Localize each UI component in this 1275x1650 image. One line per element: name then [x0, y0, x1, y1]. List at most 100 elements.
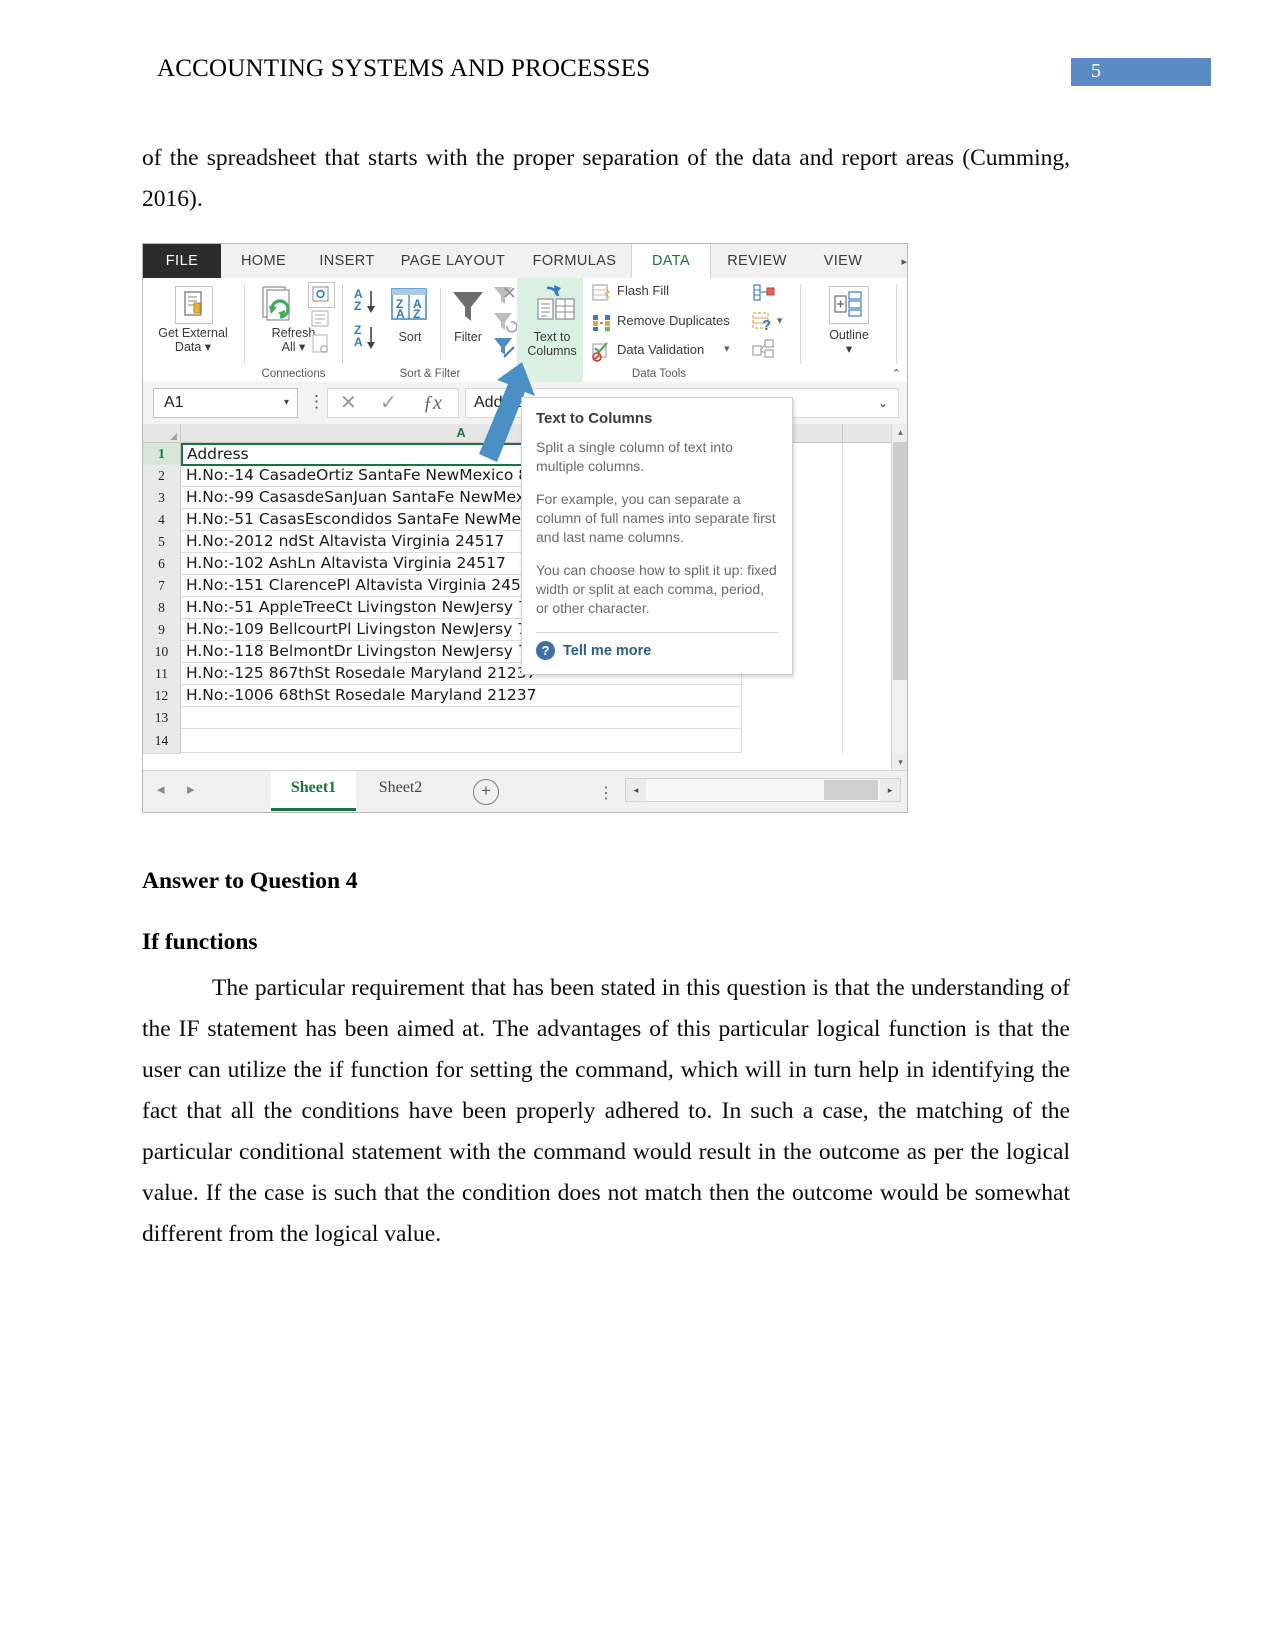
row-header-4[interactable]: 4 [143, 509, 181, 532]
row-header-6[interactable]: 6 [143, 553, 181, 576]
sort-filter-group-label: Sort & Filter [399, 368, 461, 380]
clear-filter-icon[interactable] [491, 284, 517, 313]
ribbon-tab-insert[interactable]: INSERT [306, 244, 388, 278]
row-header-11[interactable]: 11 [143, 663, 181, 686]
ribbon-tab-data[interactable]: DATA [631, 244, 711, 279]
insert-function-icon[interactable]: ƒx [423, 389, 442, 417]
row-header-14[interactable]: 14 [143, 729, 181, 754]
ribbon-overflow-icon[interactable]: ▸ [901, 255, 907, 268]
text-to-columns-line2[interactable]: Columns [527, 344, 576, 358]
name-box[interactable]: A1 ▾ [153, 388, 298, 418]
row-header-10[interactable]: 10 [143, 641, 181, 664]
outline-icon[interactable] [829, 286, 869, 324]
remove-duplicates-icon[interactable] [591, 313, 613, 338]
enter-icon[interactable]: ✓ [380, 389, 397, 417]
text-to-columns-line1[interactable]: Text to [534, 330, 571, 344]
remove-duplicates-label[interactable]: Remove Duplicates [617, 313, 730, 328]
heading-if-functions: If functions [142, 929, 258, 955]
row-header-9[interactable]: 9 [143, 619, 181, 642]
ribbon-tab-formulas[interactable]: FORMULAS [518, 244, 631, 278]
row-header-12[interactable]: 12 [143, 685, 181, 708]
svg-text:Z: Z [413, 307, 420, 321]
row-header-1[interactable]: 1 [143, 443, 181, 466]
sort-button-label[interactable]: Sort [399, 330, 422, 344]
whatif-analysis-icon[interactable]: ? [751, 310, 775, 337]
data-validation-caret-icon[interactable]: ▾ [724, 342, 730, 355]
row-header-8[interactable]: 8 [143, 597, 181, 620]
ribbon-tab-home[interactable]: HOME [221, 244, 306, 278]
ribbon-collapse-icon[interactable]: ⌃ [892, 367, 901, 380]
relationships-icon[interactable] [751, 338, 775, 365]
sort-dialog-icon[interactable]: Z A A Z [388, 286, 430, 329]
cell-a12[interactable]: H.No:-1006 68thSt Rosedale Maryland 2123… [181, 685, 741, 707]
connections-properties-icon[interactable] [308, 282, 335, 308]
outline-caret-icon[interactable]: ▾ [846, 342, 852, 356]
vertical-scroll-thumb[interactable] [893, 442, 907, 680]
ribbon-tab-page-layout[interactable]: PAGE LAYOUT [388, 244, 518, 278]
vertical-scrollbar[interactable]: ▴ ▾ [891, 424, 907, 771]
cell-a14[interactable] [181, 729, 741, 753]
hscroll-left-icon[interactable]: ◂ [626, 779, 646, 801]
ribbon-tab-review[interactable]: REVIEW [709, 244, 805, 278]
tooltip-paragraph-1: Split a single column of text into multi… [536, 439, 733, 474]
sort-descending-icon[interactable]: Z A [352, 322, 386, 357]
scroll-down-icon[interactable]: ▾ [892, 754, 907, 771]
text-to-columns-icon[interactable] [534, 282, 578, 329]
row-header-2[interactable]: 2 [143, 465, 181, 488]
column-header-c[interactable] [843, 424, 892, 442]
filter-button-label[interactable]: Filter [454, 330, 482, 344]
horizontal-scrollbar[interactable]: ◂ ▸ [625, 778, 901, 802]
sheet-tab-sheet2[interactable]: Sheet2 [358, 771, 443, 811]
ribbon-group-get-external-data: Get External Data ▾ [143, 278, 243, 382]
cell-a13[interactable] [181, 707, 741, 729]
get-external-data-icon[interactable] [175, 286, 213, 324]
flash-fill-label[interactable]: Flash Fill [617, 283, 669, 298]
page-number-badge: 5 [1071, 58, 1211, 86]
consolidate-icon[interactable] [751, 282, 775, 309]
tooltip-paragraph-3: You can choose how to split it up: fixed… [536, 562, 777, 616]
get-external-data-line1: Get External [158, 326, 228, 340]
tell-me-more-label: Tell me more [563, 642, 652, 659]
if-functions-paragraph: The particular requirement that has been… [142, 975, 1070, 1247]
sheet-nav-prev-icon[interactable]: ◂ [157, 780, 165, 798]
ribbon-group-sort-filter: A Z Z A Z A A Z Sort Filter Sort & Filte… [344, 278, 518, 382]
tell-me-more-link[interactable]: ? Tell me more [536, 641, 778, 666]
tooltip-paragraph-2: For example, you can separate a column o… [536, 491, 776, 545]
hscroll-right-icon[interactable]: ▸ [880, 779, 900, 801]
tooltip-title: Text to Columns [536, 410, 653, 427]
add-sheet-icon[interactable]: + [473, 779, 499, 805]
connections-edit-links-icon[interactable] [308, 308, 333, 335]
connections-link-icon[interactable] [308, 332, 333, 361]
scroll-up-icon[interactable]: ▴ [892, 424, 907, 441]
formula-expand-icon[interactable]: ⌄ [878, 389, 888, 417]
ribbon-tab-view[interactable]: VIEW [805, 244, 881, 278]
refresh-all-line2[interactable]: All ▾ [282, 340, 306, 354]
get-external-data-line2[interactable]: Data ▾ [175, 340, 211, 354]
row-header-7[interactable]: 7 [143, 575, 181, 598]
select-all-corner[interactable] [143, 424, 181, 442]
filter-funnel-icon[interactable] [448, 288, 488, 331]
ribbon-tab-file[interactable]: FILE [143, 244, 221, 278]
sheet-nav-arrows[interactable]: ◂ ▸ [151, 776, 213, 806]
sheet-options-icon[interactable]: ⋮ [598, 783, 614, 803]
formula-bar-buttons: ✕ ✓ ƒx [327, 388, 459, 418]
data-tools-group-label: Data Tools [631, 368, 687, 380]
cancel-icon[interactable]: ✕ [340, 389, 357, 417]
data-validation-icon[interactable] [591, 342, 613, 367]
row-header-13[interactable]: 13 [143, 707, 181, 730]
horizontal-scroll-thumb[interactable] [824, 780, 878, 800]
outline-button-label[interactable]: Outline [829, 328, 869, 342]
sheet-tab-sheet1[interactable]: Sheet1 [271, 771, 356, 811]
sort-ascending-icon[interactable]: A Z [352, 286, 386, 321]
advanced-filter-icon[interactable] [491, 335, 517, 366]
sheet-nav-next-icon[interactable]: ▸ [187, 780, 195, 798]
name-box-caret-icon[interactable]: ▾ [284, 389, 289, 417]
flash-fill-icon[interactable] [591, 283, 613, 308]
row-header-5[interactable]: 5 [143, 531, 181, 554]
row-header-3[interactable]: 3 [143, 487, 181, 510]
connections-group-label: Connections [261, 368, 326, 380]
data-validation-label[interactable]: Data Validation [617, 342, 704, 357]
ribbon-body: Get External Data ▾ Refresh All ▾ Connec… [143, 278, 907, 383]
formula-bar-dots-icon[interactable]: ⋮ [308, 392, 325, 412]
whatif-caret-icon[interactable]: ▾ [777, 314, 783, 327]
